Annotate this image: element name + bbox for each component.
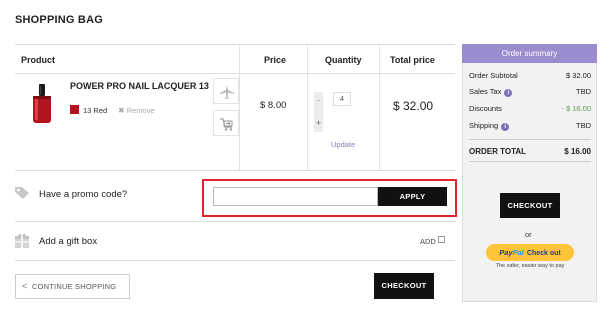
quantity-input[interactable]: 4 bbox=[333, 92, 351, 106]
promo-code-input[interactable] bbox=[213, 187, 378, 206]
quantity-decrease-button[interactable]: - bbox=[314, 92, 323, 110]
summary-row-value: $ 32.00 bbox=[565, 71, 591, 80]
summary-row-subtotal: Order Subtotal $ 32.00 bbox=[469, 71, 591, 81]
summary-row-discounts: Discounts - $ 16.00 bbox=[469, 104, 591, 114]
header-divider bbox=[15, 73, 455, 74]
table-top-divider bbox=[15, 44, 455, 45]
row-divider bbox=[15, 221, 455, 222]
summary-row-total: ORDER TOTAL $ 16.00 bbox=[469, 147, 591, 157]
gift-box-checkbox[interactable] bbox=[438, 236, 445, 243]
product-thumbnail[interactable] bbox=[30, 84, 54, 124]
summary-row-shipping: Shipping i TBD bbox=[469, 121, 591, 131]
summary-divider bbox=[469, 139, 591, 140]
quantity-stepper[interactable]: - + bbox=[314, 92, 323, 132]
paypal-logo-pay: Pay bbox=[499, 248, 513, 257]
paypal-logo-pal: Pal bbox=[512, 248, 524, 257]
summary-checkout-button[interactable]: CHECKOUT bbox=[500, 193, 560, 218]
column-divider bbox=[379, 44, 380, 170]
product-name[interactable]: POWER PRO NAIL LACQUER 13 bbox=[70, 81, 209, 91]
summary-row-label: Discounts bbox=[469, 104, 502, 113]
save-for-later-button[interactable] bbox=[213, 110, 239, 136]
gift-icon bbox=[14, 233, 30, 251]
header-quantity: Quantity bbox=[325, 55, 362, 65]
summary-row-label: Shipping bbox=[469, 121, 499, 130]
column-divider bbox=[307, 44, 308, 170]
continue-shopping-label: CONTINUE SHOPPING bbox=[32, 282, 117, 291]
gift-box-label: Add a gift box bbox=[39, 236, 98, 247]
color-name: 13 Red bbox=[83, 106, 108, 115]
paypal-checkout-label: Check out bbox=[526, 250, 561, 257]
order-total-value: $ 16.00 bbox=[564, 147, 591, 156]
apply-button[interactable]: APPLY bbox=[378, 187, 447, 206]
header-product: Product bbox=[21, 55, 56, 65]
summary-row-label: Sales Tax bbox=[469, 87, 502, 96]
summary-divider bbox=[469, 161, 591, 162]
header-total: Total price bbox=[390, 55, 435, 65]
summary-row-value: TBD bbox=[576, 121, 591, 130]
checkout-button[interactable]: CHECKOUT bbox=[374, 273, 434, 299]
gift-add-label: ADD bbox=[420, 237, 436, 246]
update-link[interactable]: Update bbox=[331, 140, 355, 149]
summary-row-value: TBD bbox=[576, 87, 591, 96]
remove-label: Remove bbox=[126, 106, 155, 115]
column-divider bbox=[239, 44, 240, 170]
order-summary-title: Order summary bbox=[462, 44, 597, 63]
page-title: SHOPPING BAG bbox=[15, 14, 103, 26]
ship-option-button[interactable] bbox=[213, 78, 239, 104]
unit-price: $ 8.00 bbox=[260, 100, 287, 111]
color-swatch bbox=[70, 105, 79, 114]
info-icon[interactable]: i bbox=[501, 123, 510, 131]
info-icon[interactable]: i bbox=[504, 89, 513, 97]
tag-icon bbox=[14, 186, 30, 202]
promo-label: Have a promo code? bbox=[39, 189, 128, 200]
summary-row-tax: Sales Tax i TBD bbox=[469, 87, 591, 97]
row-divider bbox=[15, 260, 455, 261]
paypal-checkout-button[interactable]: PayPal Check out bbox=[486, 244, 574, 261]
quantity-increase-button[interactable]: + bbox=[314, 114, 323, 132]
row-divider bbox=[15, 170, 455, 171]
close-icon: ✖ bbox=[118, 106, 125, 115]
paypal-tagline: The safer, easier way to pay bbox=[495, 263, 565, 269]
header-price: Price bbox=[264, 55, 287, 65]
remove-link[interactable]: ✖ Remove bbox=[118, 106, 155, 115]
or-separator: or bbox=[525, 230, 532, 239]
summary-row-label: Order Subtotal bbox=[469, 71, 518, 80]
summary-row-value: - $ 16.00 bbox=[561, 104, 591, 113]
chevron-left-icon: < bbox=[22, 281, 28, 291]
continue-shopping-button[interactable]: < CONTINUE SHOPPING bbox=[15, 274, 130, 299]
line-total: $ 32.00 bbox=[393, 99, 434, 113]
order-total-label: ORDER TOTAL bbox=[469, 147, 527, 156]
